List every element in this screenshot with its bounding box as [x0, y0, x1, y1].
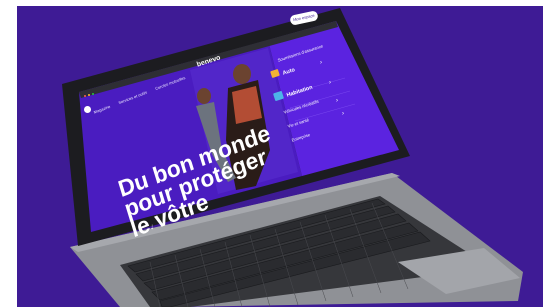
chevron-right-icon: ›: [336, 98, 338, 104]
window-dot: [92, 93, 94, 95]
window-dot: [88, 94, 90, 96]
chevron-right-icon: ›: [342, 111, 344, 117]
person-child-head: [197, 88, 211, 104]
chevron-right-icon: ›: [329, 80, 331, 86]
window-dot: [84, 95, 86, 97]
menu-icon[interactable]: [84, 106, 91, 113]
scroll-down-arrow-icon[interactable]: ↓: [150, 222, 154, 231]
person-adult-head: [233, 64, 251, 84]
chevron-right-icon: ›: [320, 60, 322, 66]
